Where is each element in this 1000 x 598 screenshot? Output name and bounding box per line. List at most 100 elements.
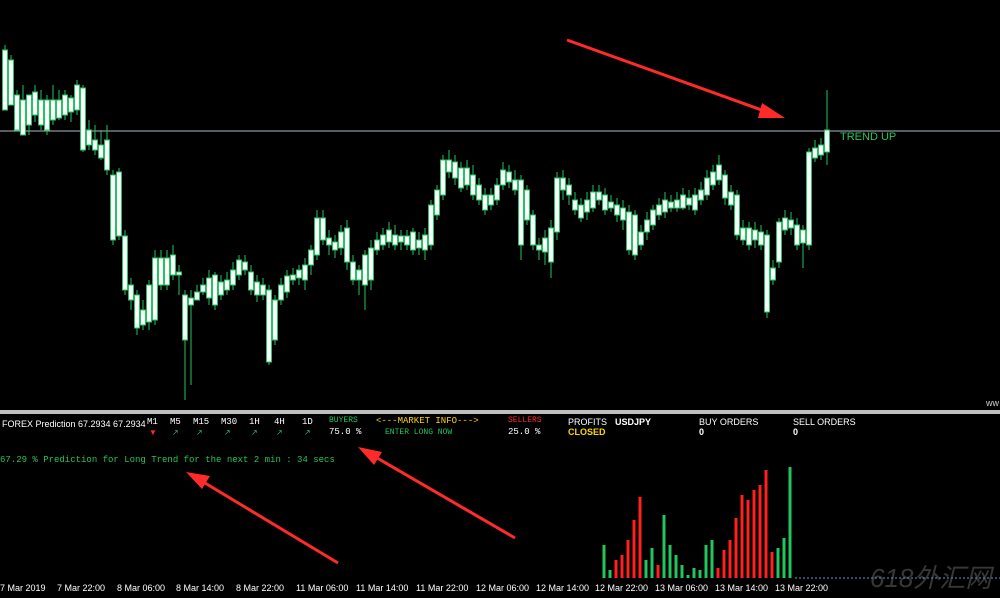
candlestick (368, 240, 374, 290)
candlestick (728, 185, 734, 210)
buy-pressure-bar (680, 565, 684, 578)
candlestick (302, 258, 308, 290)
candlestick (470, 165, 476, 200)
candlestick (14, 90, 20, 131)
buy-pressure-bar (686, 575, 690, 578)
timeframe-1h[interactable]: 1H (249, 417, 260, 427)
buy-pressure-bar (782, 538, 786, 578)
timeframe-m30[interactable]: M30 (221, 417, 237, 427)
candlestick (44, 95, 50, 135)
candlestick (554, 172, 560, 240)
candlestick (212, 272, 218, 310)
buy-pressure-bar (674, 555, 678, 578)
sell-pressure-bar (752, 490, 756, 578)
indicator-histogram (186, 447, 1000, 579)
arrow-up-icon: ↗ (172, 428, 179, 437)
sell-pressure-bar (764, 470, 768, 578)
candlestick (596, 185, 602, 205)
candlestick (188, 290, 194, 385)
time-tick: 8 Mar 06:00 (117, 583, 166, 593)
candlestick (344, 220, 350, 270)
candlestick (272, 295, 278, 345)
annotation-arrow-prediction (199, 478, 339, 565)
candlestick (266, 285, 272, 365)
sell-pressure-bar (620, 555, 624, 578)
candlestick (824, 90, 830, 165)
candlestick (98, 130, 104, 160)
candlestick (716, 155, 722, 185)
indicator-panel[interactable] (0, 414, 1000, 580)
candlestick (356, 265, 362, 295)
buy-pressure-bar (704, 545, 708, 578)
profits-label: PROFITS (568, 417, 608, 427)
candlestick (164, 250, 170, 290)
time-tick: 11 Mar 06:00 (296, 583, 349, 593)
buy-pressure-bar (788, 467, 792, 578)
candlestick (572, 192, 578, 215)
time-tick: 11 Mar 14:00 (356, 583, 409, 593)
buy-pressure-bar (710, 540, 714, 578)
arrow-up-icon: ↗ (276, 428, 283, 437)
candlestick (404, 230, 410, 250)
candlestick (506, 165, 512, 188)
timeframe-m1[interactable]: M1 (147, 417, 158, 427)
candlestick (698, 182, 704, 205)
candlestick (704, 170, 710, 200)
candlestick (26, 94, 32, 135)
time-tick: 7 Mar 2019 (0, 583, 46, 593)
candlestick (566, 178, 572, 205)
buy-pressure-bar (692, 568, 696, 578)
annotation-arrow-head-prediction (186, 472, 210, 489)
candlestick (350, 255, 356, 285)
candlestick (494, 178, 500, 205)
candlestick (8, 55, 14, 106)
timeframe-1d[interactable]: 1D (302, 417, 313, 427)
candlestick (320, 210, 326, 245)
timeframe-4h[interactable]: 4H (274, 417, 285, 427)
candlestick (386, 222, 392, 248)
candlestick (578, 198, 584, 222)
price-chart[interactable] (0, 0, 1000, 410)
candlestick (524, 185, 530, 225)
buy-pressure-bar (602, 545, 606, 578)
timeframe-m5[interactable]: M5 (170, 417, 181, 427)
candlestick (614, 198, 620, 222)
candlestick (770, 260, 776, 285)
time-axis[interactable]: 7 Mar 2019 7 Mar 22:00 8 Mar 06:00 8 Mar… (0, 580, 1000, 598)
candlestick (758, 225, 764, 250)
sell-orders-value: 0 (793, 427, 799, 437)
candlestick (140, 300, 146, 330)
candlestick (428, 200, 434, 250)
symbol-label: USDJPY (615, 417, 652, 427)
candlestick (296, 265, 302, 285)
buy-orders-value: 0 (699, 427, 705, 437)
buy-pressure-bar (668, 545, 672, 578)
candlestick (440, 155, 446, 200)
candlestick (380, 228, 386, 250)
candlestick (692, 188, 698, 215)
candlestick (722, 170, 728, 205)
candlestick (122, 230, 128, 295)
candlestick (710, 165, 716, 190)
candlestick (476, 178, 482, 205)
candlestick (116, 168, 122, 240)
candlestick (260, 278, 266, 300)
candlestick (92, 125, 98, 155)
arrow-up-icon: ↗ (304, 428, 311, 437)
candlestick (308, 245, 314, 275)
candlestick (146, 280, 152, 330)
candlestick (740, 220, 746, 245)
arrow-up-icon: ↗ (196, 428, 203, 437)
prediction-text: 67.29 % Prediction for Long Trend for th… (0, 455, 335, 465)
candlestick (290, 268, 296, 285)
sell-pressure-bar (656, 565, 660, 578)
candlestick (200, 278, 206, 295)
candlestick (158, 250, 164, 290)
timeframe-m15[interactable]: M15 (193, 417, 209, 427)
time-tick: 13 Mar 06:00 (655, 583, 709, 593)
watermark-logo: 618外汇网 (870, 563, 992, 593)
candlestick (62, 90, 68, 120)
annotation-arrow-head-trend (758, 103, 785, 118)
candlestick (236, 255, 242, 280)
time-tick: 7 Mar 22:00 (57, 583, 106, 593)
